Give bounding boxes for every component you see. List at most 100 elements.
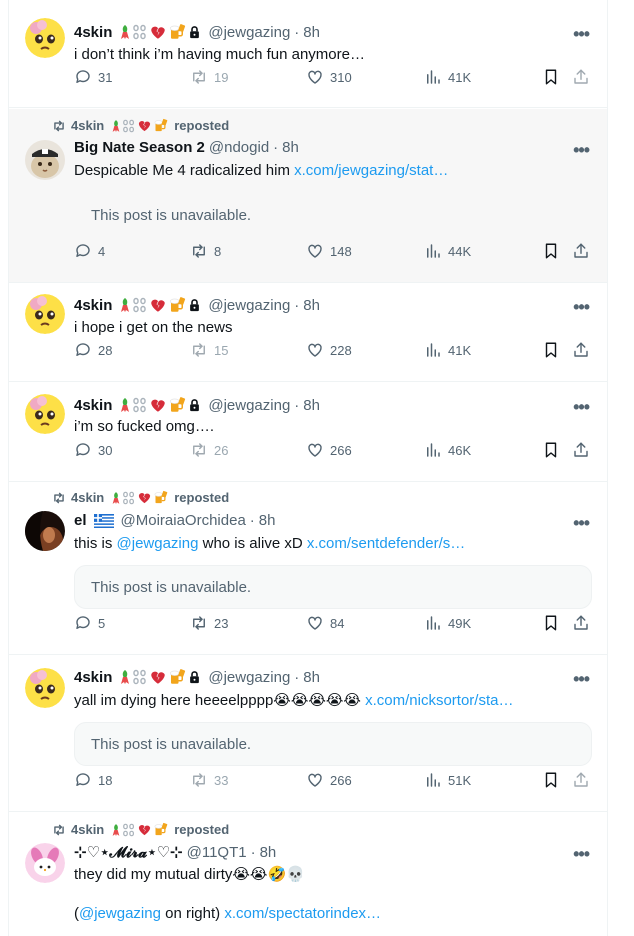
display-name[interactable]: Big Nate Season 2 — [74, 139, 205, 156]
more-icon[interactable]: ••• — [573, 669, 590, 690]
post-item[interactable]: 4skin @jewgazing · 8h ••• yall im dying … — [9, 656, 607, 812]
timestamp[interactable]: 8h — [303, 297, 320, 314]
like-button[interactable]: 84 — [306, 614, 344, 632]
broken-heart-icon — [149, 668, 167, 686]
timestamp[interactable]: 8h — [303, 669, 320, 686]
post-item[interactable]: 4skin reposted el @MoiraiaOrchidea · 8h … — [9, 483, 607, 655]
post-text-mid: who is alive xD — [198, 535, 307, 552]
avatar[interactable] — [25, 294, 65, 334]
like-button[interactable]: 148 — [306, 242, 352, 260]
repost-small-icon — [51, 119, 67, 133]
more-icon[interactable]: ••• — [573, 397, 590, 418]
bookmark-button[interactable] — [542, 441, 560, 459]
views-button[interactable]: 51K — [424, 771, 471, 789]
reply-button[interactable]: 4 — [74, 242, 105, 260]
reply-button[interactable]: 18 — [74, 771, 112, 789]
reply-button[interactable]: 28 — [74, 341, 112, 359]
context-name[interactable]: 4skin — [71, 118, 104, 133]
handle[interactable]: @11QT1 — [187, 844, 247, 861]
views-button[interactable]: 46K — [424, 441, 471, 459]
share-button[interactable] — [572, 341, 590, 359]
ribbon-icon — [111, 823, 121, 837]
bookmark-button[interactable] — [542, 771, 560, 789]
beer-icon — [168, 396, 186, 414]
display-name[interactable]: 4skin — [74, 397, 112, 414]
display-name[interactable]: el — [74, 512, 87, 529]
repost-context: 4skin reposted — [51, 822, 229, 837]
more-icon[interactable]: ••• — [573, 513, 590, 534]
mention-link[interactable]: @jewgazing — [79, 905, 161, 922]
timestamp[interactable]: 8h — [282, 139, 299, 156]
handle[interactable]: @jewgazing — [208, 669, 290, 686]
bookmark-button[interactable] — [542, 341, 560, 359]
display-name[interactable]: 4skin — [74, 669, 112, 686]
like-button[interactable]: 228 — [306, 341, 352, 359]
avatar[interactable] — [25, 394, 65, 434]
handle[interactable]: @jewgazing — [208, 397, 290, 414]
bookmark-button[interactable] — [542, 68, 560, 86]
views-button[interactable]: 49K — [424, 614, 471, 632]
like-button[interactable]: 310 — [306, 68, 352, 86]
like-button[interactable]: 266 — [306, 771, 352, 789]
context-name[interactable]: 4skin — [71, 822, 104, 837]
repost-button[interactable]: 19 — [190, 68, 228, 86]
handle[interactable]: @ndogid — [209, 139, 269, 156]
avatar[interactable] — [25, 18, 65, 58]
post-text-mid: on right) — [160, 905, 225, 922]
ribbon-icon — [119, 669, 131, 685]
display-name[interactable]: 4skin — [74, 24, 112, 41]
avatar[interactable] — [25, 140, 65, 180]
post-item[interactable]: 4skin @jewgazing · 8h ••• i don’t think … — [9, 0, 607, 108]
context-name[interactable]: 4skin — [71, 490, 104, 505]
post-link[interactable]: x.com/jewgazing/stat… — [294, 162, 448, 179]
repost-button[interactable]: 26 — [190, 441, 228, 459]
reply-button[interactable]: 31 — [74, 68, 112, 86]
share-button[interactable] — [572, 441, 590, 459]
handle[interactable]: @jewgazing — [208, 24, 290, 41]
post-item[interactable]: 4skin @jewgazing · 8h ••• i’m so fucked … — [9, 383, 607, 482]
timestamp[interactable]: 8h — [259, 512, 276, 529]
views-button[interactable]: 44K — [424, 242, 471, 260]
display-name[interactable]: ⊹♡⋆𝓜𝓲𝓻𝓪⋆♡⊹ — [74, 843, 183, 861]
post-item[interactable]: 4skin reposted ⊹♡⋆𝓜𝓲𝓻𝓪⋆♡⊹ @11QT1 · 8h ••… — [9, 813, 607, 936]
heart-icon — [306, 614, 324, 632]
avatar[interactable] — [25, 668, 65, 708]
repost-button[interactable]: 23 — [190, 614, 228, 632]
post-link[interactable]: x.com/nicksortor/sta… — [365, 692, 513, 709]
share-button[interactable] — [572, 68, 590, 86]
more-icon[interactable]: ••• — [573, 844, 590, 865]
mention-link[interactable]: @jewgazing — [117, 535, 199, 552]
share-button[interactable] — [572, 242, 590, 260]
views-button[interactable]: 41K — [424, 68, 471, 86]
timestamp[interactable]: 8h — [303, 24, 320, 41]
repost-button[interactable]: 15 — [190, 341, 228, 359]
ribbon-icon — [119, 24, 131, 40]
avatar[interactable] — [25, 843, 65, 883]
avatar[interactable] — [25, 511, 65, 551]
display-name[interactable]: 4skin — [74, 297, 112, 314]
timestamp[interactable]: 8h — [303, 397, 320, 414]
post-link[interactable]: x.com/spectatorindex… — [224, 905, 381, 922]
post-item[interactable]: 4skin @jewgazing · 8h ••• i hope i get o… — [9, 284, 607, 382]
reply-button[interactable]: 30 — [74, 441, 112, 459]
like-button[interactable]: 266 — [306, 441, 352, 459]
handle[interactable]: @MoiraiaOrchidea — [121, 512, 246, 529]
handle[interactable]: @jewgazing — [208, 297, 290, 314]
share-button[interactable] — [572, 614, 590, 632]
post-link[interactable]: x.com/sentdefender/s… — [307, 535, 465, 552]
share-button[interactable] — [572, 771, 590, 789]
more-icon[interactable]: ••• — [573, 140, 590, 161]
more-icon[interactable]: ••• — [573, 297, 590, 318]
repost-button[interactable]: 33 — [190, 771, 228, 789]
views-button[interactable]: 41K — [424, 341, 471, 359]
more-icon[interactable]: ••• — [573, 24, 590, 45]
timestamp[interactable]: 8h — [260, 844, 277, 861]
reply-button[interactable]: 5 — [74, 614, 105, 632]
bookmark-button[interactable] — [542, 242, 560, 260]
post-text: Despicable Me 4 radicalized him x.com/je… — [74, 162, 448, 179]
bookmark-button[interactable] — [542, 614, 560, 632]
repost-button[interactable]: 8 — [190, 242, 221, 260]
context-label: reposted — [174, 118, 230, 133]
beer-icon — [168, 668, 186, 686]
post-item[interactable]: 4skin reposted Big Nate Season 2 @ndogid… — [9, 109, 607, 283]
